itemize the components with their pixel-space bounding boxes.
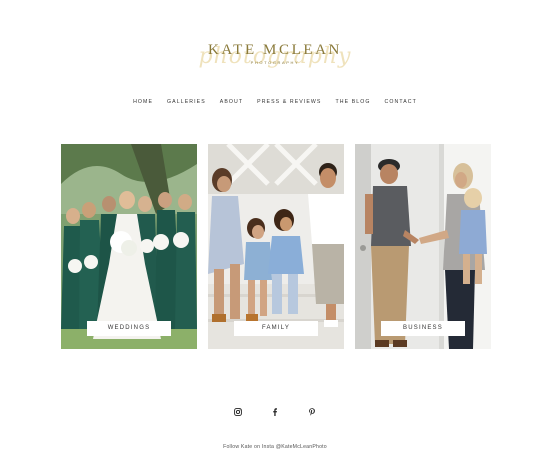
weddings-photo [61,144,197,349]
pinterest-icon[interactable] [308,408,316,416]
nav-item-contact[interactable]: CONTACT [378,99,424,105]
logo-name: KATE MCLEAN [207,42,342,58]
family-photo [208,144,344,349]
gallery-tile-weddings[interactable]: WEDDINGS [61,144,197,349]
facebook-icon[interactable] [271,408,279,416]
social-links [0,408,550,416]
gallery-label-family[interactable]: FAMILY [234,321,318,336]
nav-item-press-reviews[interactable]: PRESS & REVIEWS [250,99,328,105]
main-nav: HOME GALLERIES ABOUT PRESS & REVIEWS THE… [0,99,550,105]
nav-item-home[interactable]: HOME [126,99,160,105]
gallery-label-business[interactable]: BUSINESS [381,321,465,336]
nav-item-galleries[interactable]: GALLERIES [160,99,213,105]
instagram-icon[interactable] [234,408,242,416]
gallery-tile-business[interactable]: BUSINESS [355,144,491,349]
business-photo [355,144,491,349]
nav-item-about[interactable]: ABOUT [213,99,250,105]
site-logo[interactable]: photography KATE MCLEAN PHOTOGRAPHY [0,38,550,74]
gallery-tile-family[interactable]: FAMILY [208,144,344,349]
logo-subtitle: PHOTOGRAPHY [250,60,300,65]
gallery-tiles: WEDDINGS FAMILY BUSINESS [61,144,491,349]
nav-item-the-blog[interactable]: THE BLOG [329,99,378,105]
instagram-follow-link[interactable]: Follow Kate on Insta @KateMcLeanPhoto [0,444,550,450]
gallery-label-weddings[interactable]: WEDDINGS [87,321,171,336]
